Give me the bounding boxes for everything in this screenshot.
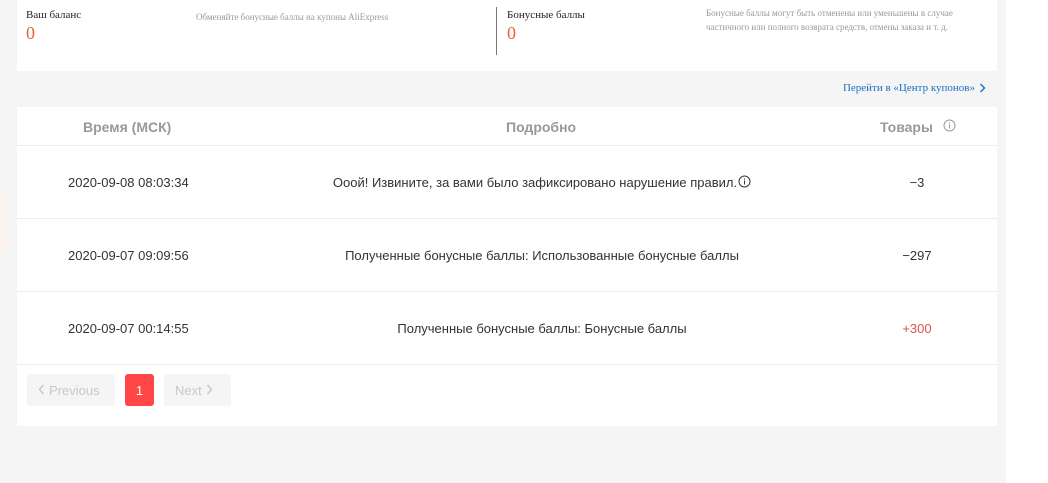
row-time: 2020-09-07 09:09:56: [68, 248, 189, 263]
row-amount: +300: [902, 321, 932, 336]
balance-divider: [496, 7, 497, 55]
chevron-right-icon: [206, 383, 213, 398]
previous-page-button[interactable]: Previous: [27, 374, 115, 406]
bonus-note-line-1: Бонусные баллы могут быть отменены или у…: [706, 8, 953, 18]
your-balance-value: 0: [26, 23, 35, 43]
row-detail-text: Ооой! Извините, за вами было зафиксирова…: [332, 175, 738, 190]
pagination: Previous 1 Next: [27, 374, 231, 406]
row-amount: −297: [902, 248, 932, 263]
row-detail: Полученные бонусные баллы: Бонусные балл…: [397, 321, 687, 336]
exchange-note: Обменяйте бонусные баллы на купоны AliEx…: [196, 12, 389, 22]
row-time: 2020-09-07 00:14:55: [68, 321, 189, 336]
table-header: Время (МСК) Подробно Товары: [17, 107, 997, 146]
column-header-details: Подробно: [506, 119, 577, 135]
your-balance-label: Ваш баланс: [26, 9, 82, 21]
info-icon[interactable]: [943, 119, 956, 135]
table-row: 2020-09-07 00:14:55 Полученные бонусные …: [17, 292, 997, 365]
bonus-points-label: Бонусные баллы: [507, 9, 585, 21]
info-icon[interactable]: [738, 175, 751, 191]
chevron-right-icon: [979, 83, 986, 93]
coupon-center-link-label: Перейти в «Центр купонов»: [842, 82, 975, 94]
column-header-goods-label: Товары: [880, 119, 933, 135]
row-detail: Полученные бонусные баллы: Использованны…: [345, 248, 739, 263]
coupon-center-link[interactable]: Перейти в «Центр купонов»: [843, 82, 986, 94]
column-header-time: Время (МСК): [83, 119, 172, 135]
table-row: 2020-09-07 09:09:56 Полученные бонусные …: [17, 219, 997, 292]
column-header-goods: Товары: [880, 119, 956, 135]
balance-card: Ваш баланс 0 Обменяйте бонусные баллы на…: [17, 0, 997, 71]
bonus-note-line-2: частичного или полного возврата средств,…: [706, 22, 948, 32]
chevron-left-icon: [38, 383, 45, 398]
next-page-label: Next: [175, 382, 202, 398]
bonus-points-value: 0: [507, 23, 516, 43]
bonus-note: Бонусные баллы могут быть отменены или у…: [706, 6, 953, 34]
left-accent-strip: [0, 192, 6, 250]
right-edge-strip: [1006, 0, 1048, 483]
row-detail: Ооой! Извините, за вами было зафиксирова…: [322, 175, 762, 191]
next-page-button[interactable]: Next: [164, 374, 231, 406]
table-row: 2020-09-08 08:03:34 Ооой! Извините, за в…: [17, 146, 997, 219]
previous-page-label: Previous: [49, 382, 100, 398]
row-amount: −3: [909, 175, 925, 190]
row-time: 2020-09-08 08:03:34: [68, 175, 189, 190]
points-history-table: Время (МСК) Подробно Товары 2020-09-08 0…: [17, 107, 997, 426]
page-number-button[interactable]: 1: [125, 374, 154, 406]
